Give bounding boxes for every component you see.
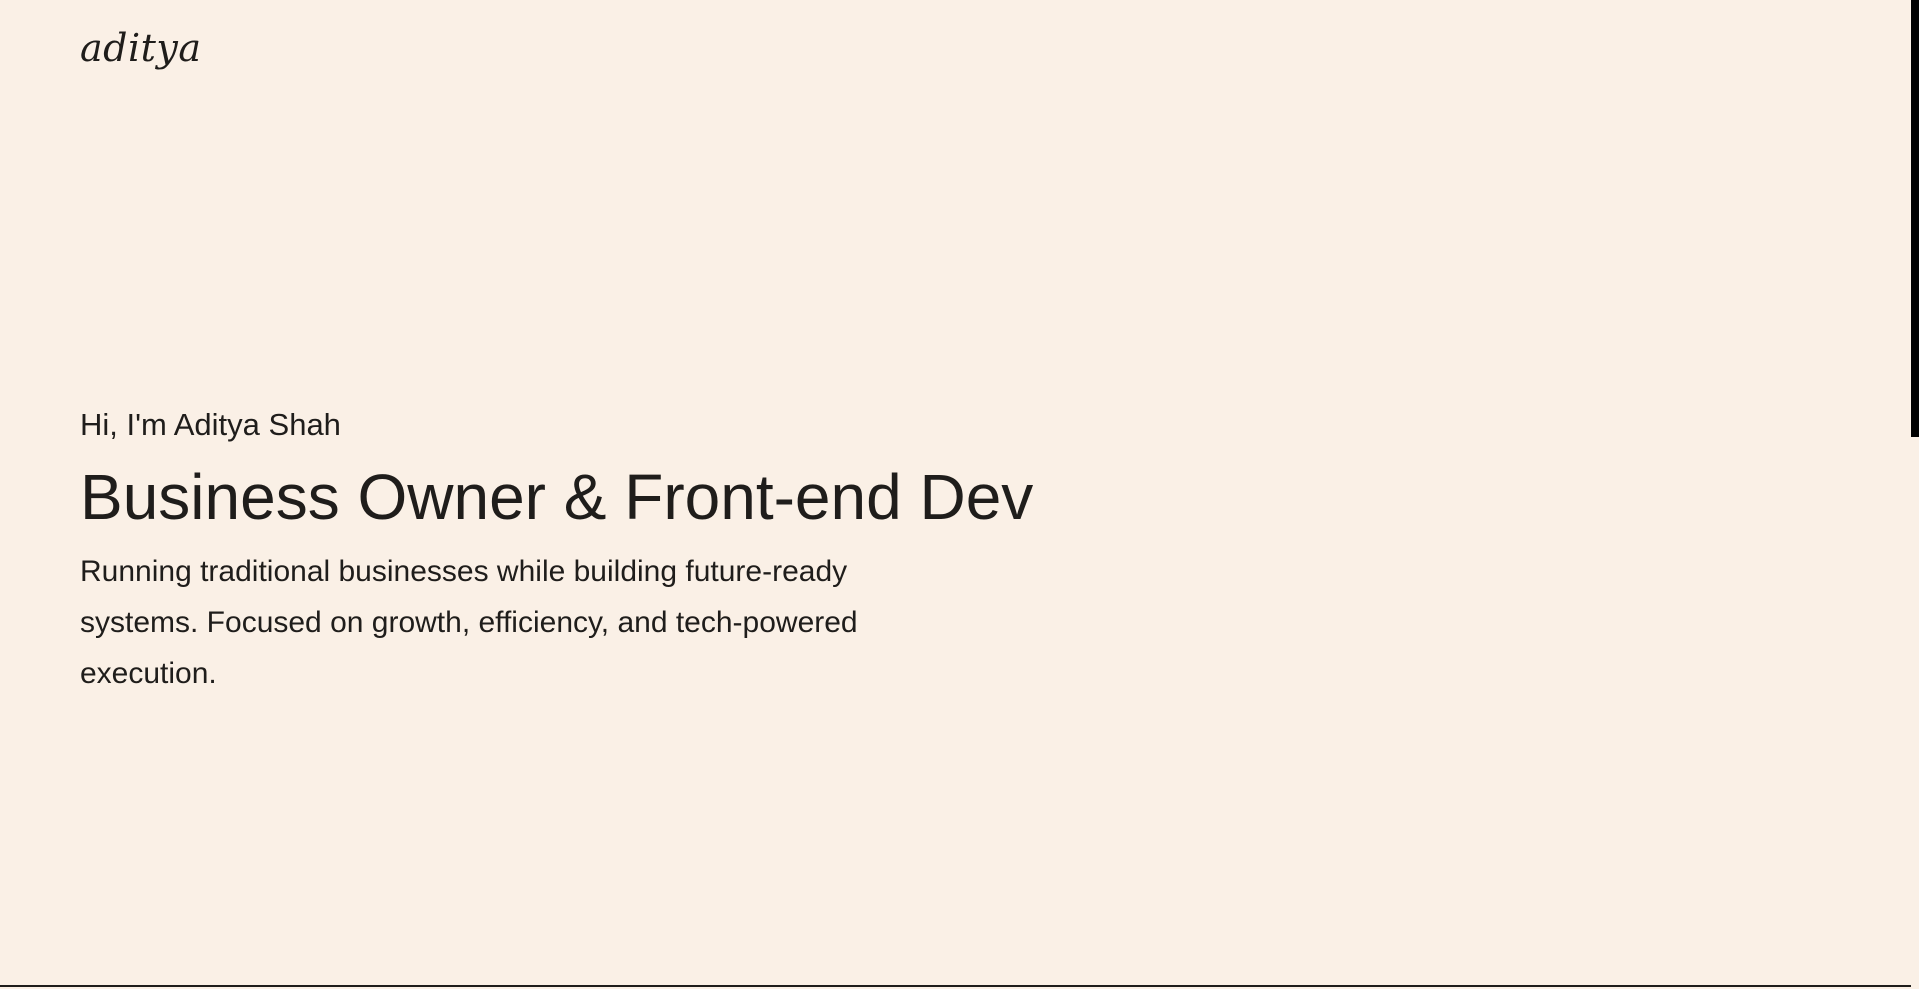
bottom-divider [0, 985, 1911, 987]
page: aditya Hi, I'm Aditya Shah Business Owne… [0, 0, 1911, 987]
hero-description: Running traditional businesses while bui… [80, 555, 858, 690]
hero-headline: Business Owner & Front-end Dev [80, 461, 1034, 533]
scrollbar-track[interactable] [1911, 0, 1919, 989]
scrollbar-thumb[interactable] [1911, 0, 1919, 437]
hero-section: Hi, I'm Aditya Shah Business Owner & Fro… [80, 400, 1034, 699]
logo-link[interactable]: aditya [80, 18, 202, 78]
hero-greeting: Hi, I'm Aditya Shah [80, 407, 341, 442]
